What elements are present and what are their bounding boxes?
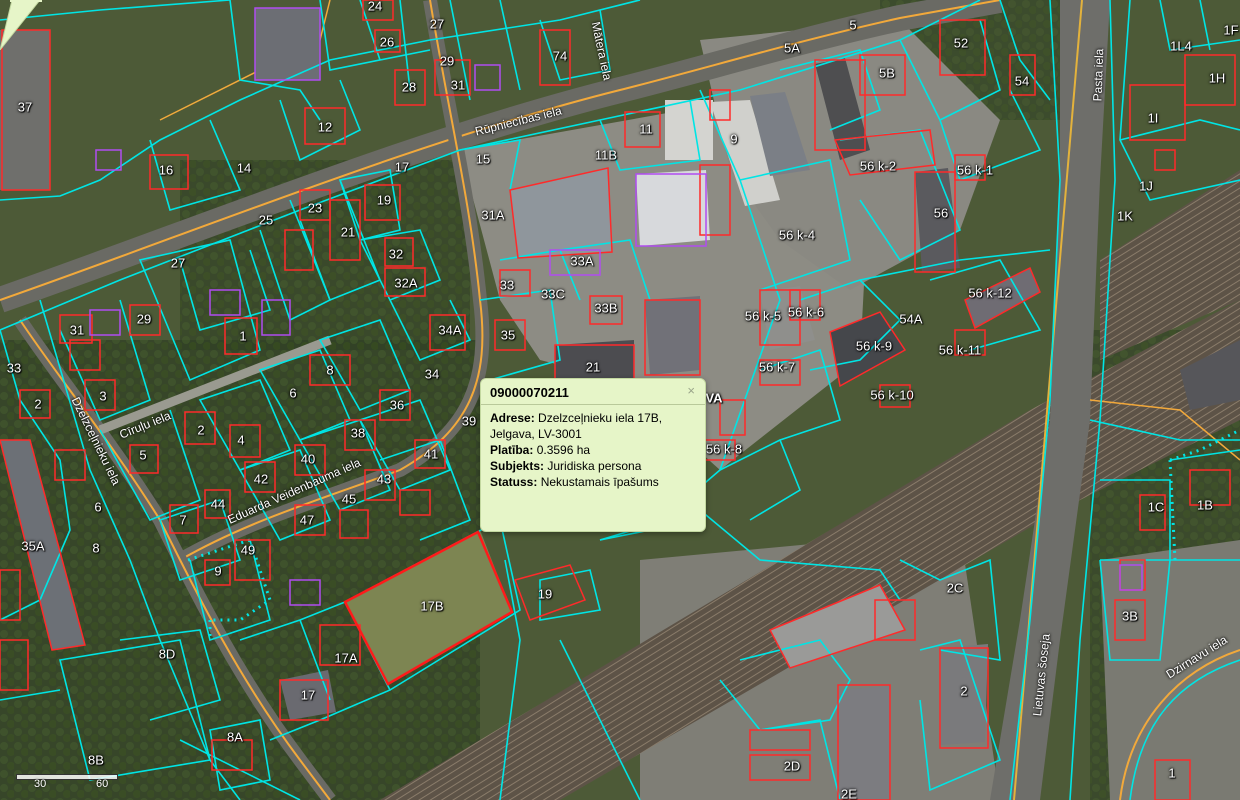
popup-row-label: Statuss: — [490, 475, 538, 489]
scale-bar: 30 60 — [4, 768, 124, 798]
popup-row-area: Platība: 0.3596 ha — [481, 442, 705, 458]
popup-row-label: Adrese: — [490, 411, 535, 425]
scale-tick-60: 60 — [96, 778, 109, 790]
parcel-info-popup: × 09000070211 Adrese: Dzelzceļnieku iela… — [480, 378, 706, 532]
popup-title: 09000070211 — [481, 379, 705, 405]
popup-row-label: Platība: — [490, 443, 534, 457]
popup-row-subject: Subjekts: Juridiska persona — [481, 458, 705, 474]
popup-row-label: Subjekts: — [490, 459, 545, 473]
popup-close-icon[interactable]: × — [687, 383, 695, 398]
popup-tail — [0, 0, 42, 50]
popup-row-status: Statuss: Nekustamais īpašums — [481, 474, 705, 490]
popup-row-value: Nekustamais īpašums — [540, 475, 659, 489]
popup-row-value: 0.3596 ha — [536, 443, 591, 457]
map-canvas[interactable]: Rūpniecības iela Mātera iela Pasta iela … — [0, 0, 1240, 800]
popup-row-value: Juridiska persona — [547, 459, 642, 473]
scale-tick-30: 30 — [34, 778, 47, 790]
popup-row-address: Adrese: Dzelzceļnieku iela 17B, Jelgava,… — [481, 410, 705, 442]
